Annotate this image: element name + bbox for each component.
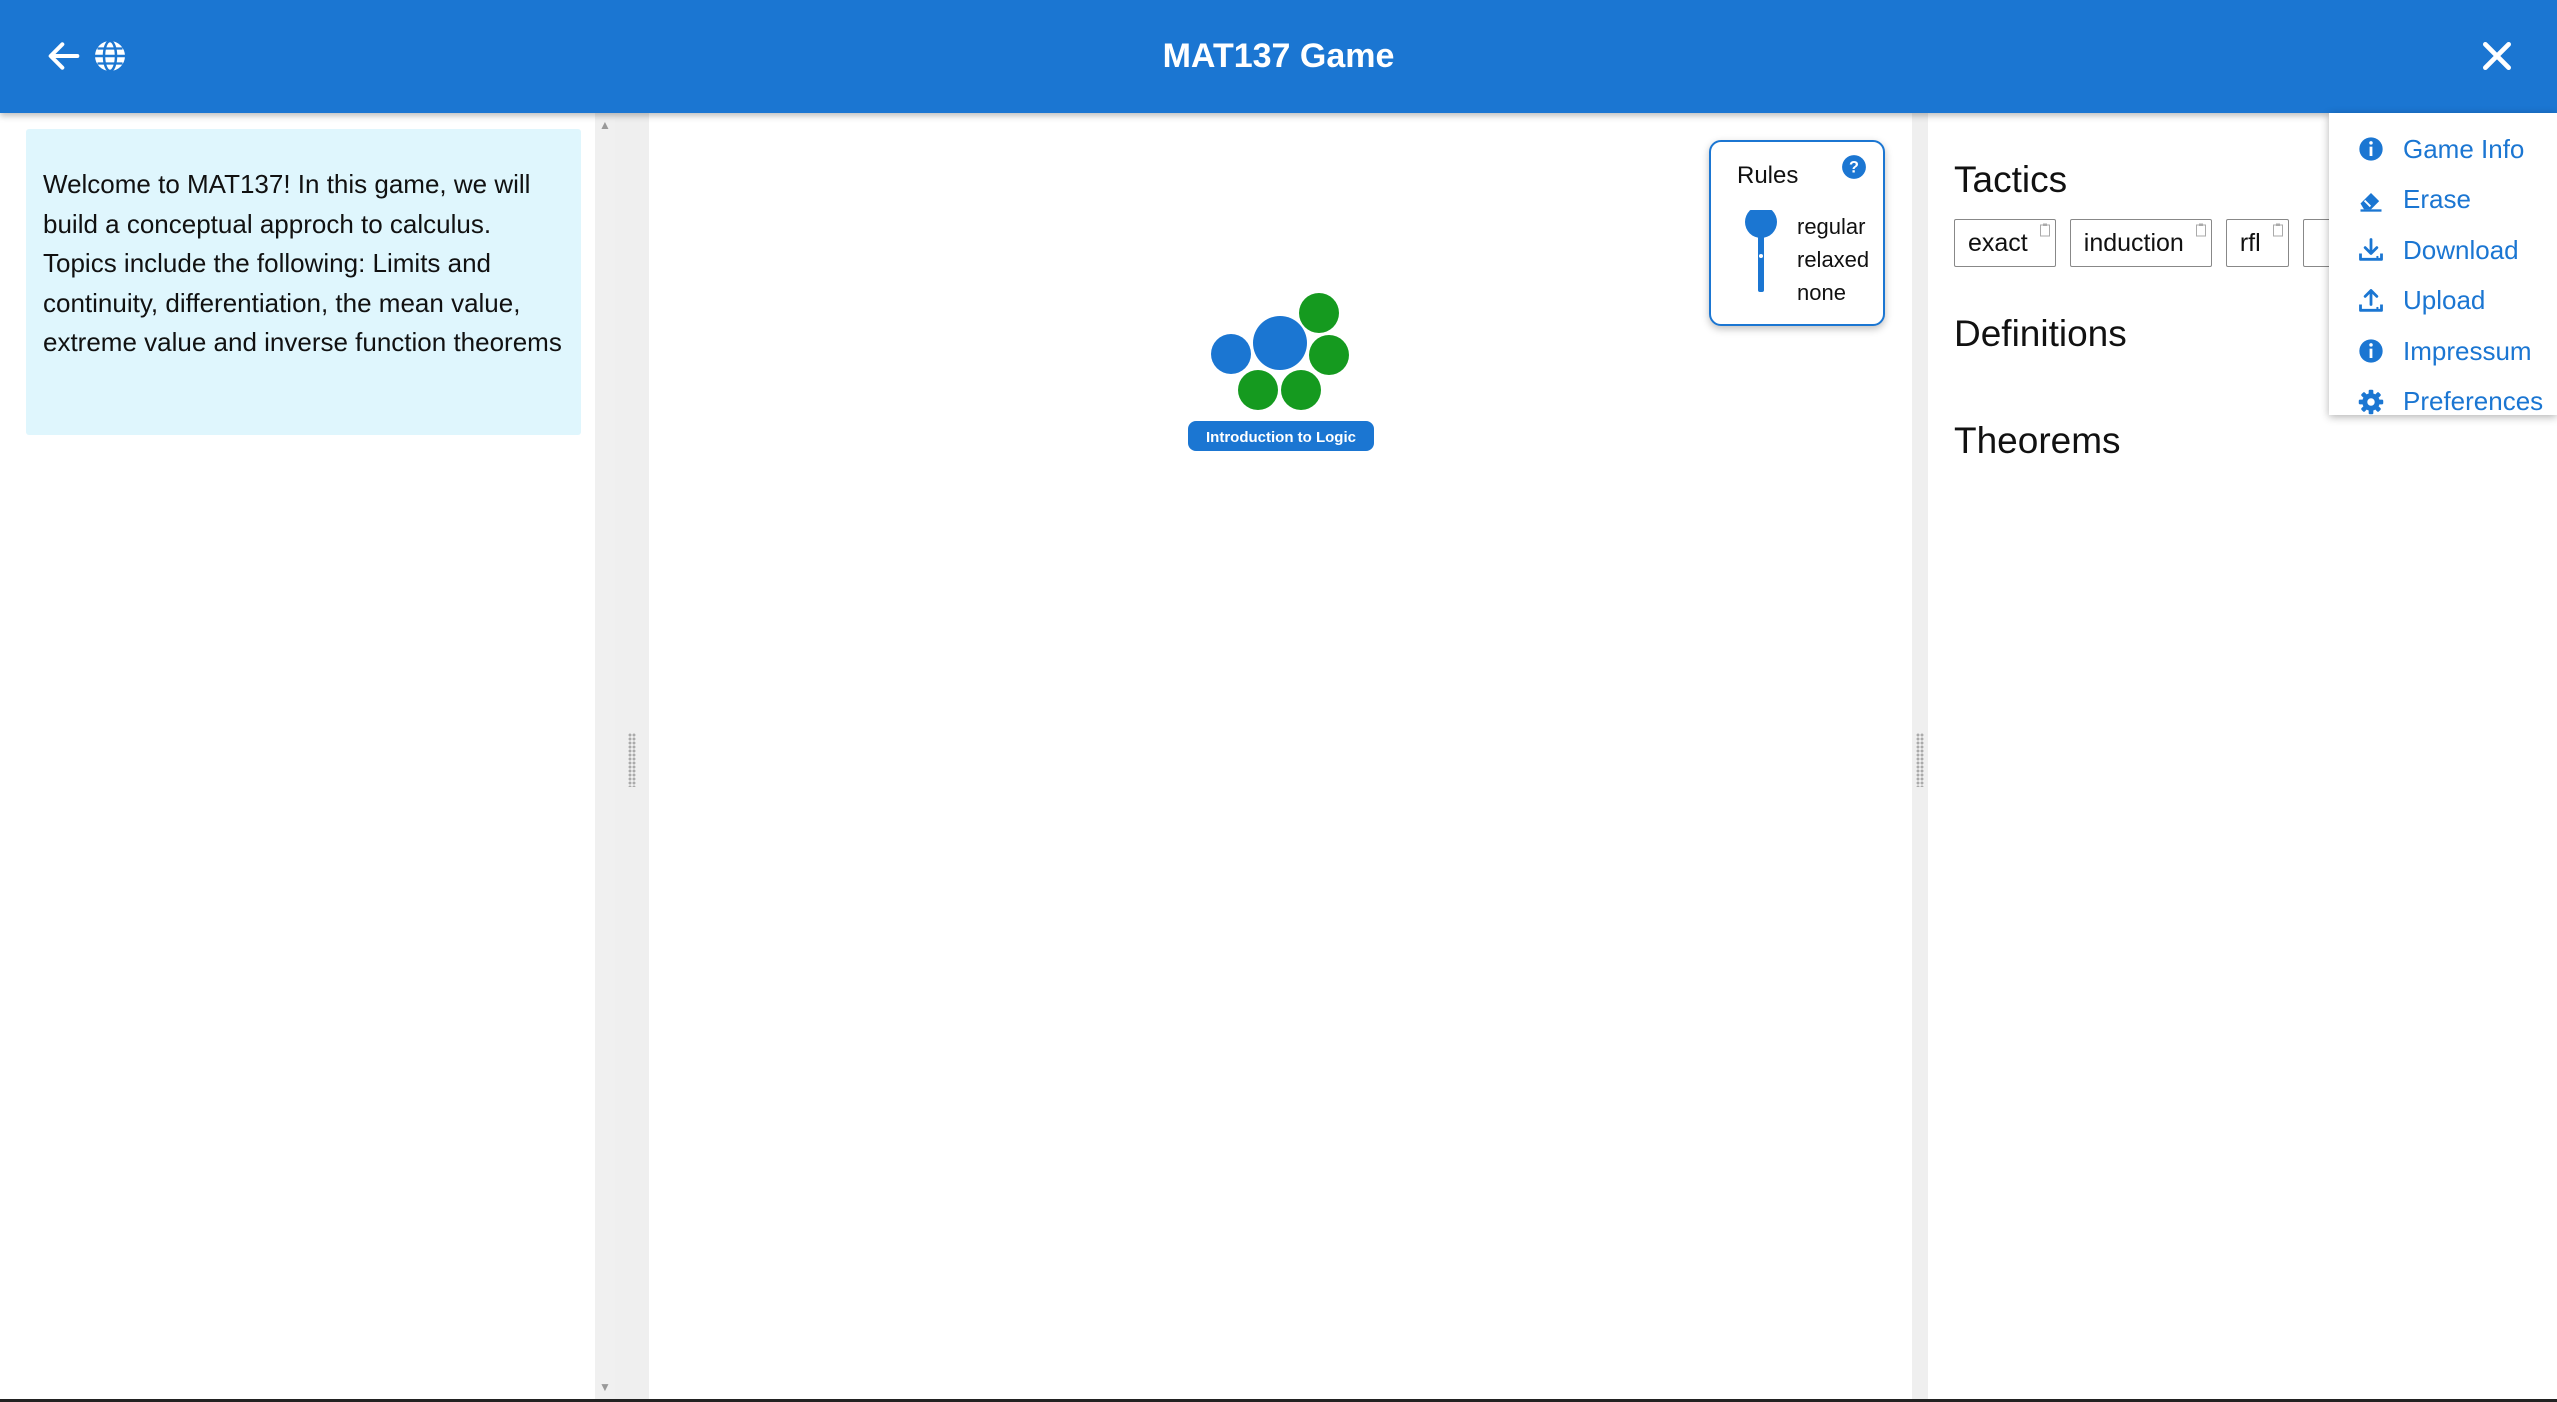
download-icon: [2359, 238, 2383, 261]
tactic-label: rfl: [2239, 228, 2261, 257]
left-resize-handle[interactable]: [615, 113, 649, 1399]
info-circle-icon: [2359, 137, 2383, 161]
world-label[interactable]: Introduction to Logic: [1206, 429, 1356, 446]
copy-icon: [2195, 223, 2206, 237]
level-node[interactable]: [1281, 370, 1321, 410]
menu-label: Download: [2403, 234, 2519, 265]
copy-icon: [2272, 223, 2283, 237]
world-map-panel: Introduction to Logic Rules ? regular re…: [649, 113, 1912, 1399]
definitions-heading: Definitions: [1954, 313, 2127, 354]
resize-grip: [628, 733, 636, 787]
upload-icon: [2359, 288, 2383, 312]
world-node-center[interactable]: [1253, 316, 1307, 370]
menu-item-game-info[interactable]: Game Info: [2329, 124, 2557, 175]
level-node[interactable]: [1211, 334, 1251, 374]
intro-text: Welcome to MAT137! In this game, we will…: [43, 169, 562, 357]
menu-label: Game Info: [2403, 133, 2525, 164]
menu-item-preferences[interactable]: Preferences: [2329, 377, 2557, 428]
eraser-icon: [2360, 192, 2382, 212]
app-menu: Game Info Erase Download Upload Impressu…: [2329, 113, 2557, 416]
menu-item-download[interactable]: Download: [2329, 225, 2557, 276]
tactics-heading: Tactics: [1954, 159, 2068, 200]
scroll-up-arrow[interactable]: ▲: [595, 115, 615, 135]
page-title: MAT137 Game: [1162, 37, 1395, 75]
rules-slider[interactable]: [1743, 210, 1779, 298]
tactic-label: exact: [1968, 228, 2028, 257]
slider-thumb[interactable]: [1745, 210, 1777, 238]
svg-text:?: ?: [1849, 158, 1859, 176]
menu-label: Preferences: [2403, 386, 2544, 417]
copy-icon: [2039, 223, 2050, 237]
menu-label: Impressum: [2403, 335, 2532, 366]
menu-item-upload[interactable]: Upload: [2329, 276, 2557, 327]
app-root: MAT137 Game Welcome to MAT137! In this g…: [0, 0, 2557, 1402]
rule-option-none[interactable]: none: [1797, 276, 1869, 309]
theorems-heading: Theorems: [1954, 420, 2121, 461]
tactic-chip-rfl[interactable]: rfl: [2225, 219, 2289, 267]
right-resize-handle[interactable]: [1912, 113, 1928, 1399]
intro-scrollbar[interactable]: ▲ ▼: [595, 113, 615, 1399]
intro-message: Welcome to MAT137! In this game, we will…: [26, 129, 581, 435]
menu-item-erase[interactable]: Erase: [2329, 175, 2557, 226]
intro-panel: Welcome to MAT137! In this game, we will…: [0, 113, 595, 1399]
close-icon[interactable]: [2477, 36, 2517, 76]
gear-icon: [2358, 389, 2384, 414]
rules-title: Rules: [1737, 162, 1799, 189]
rules-options: regular relaxed none: [1797, 210, 1869, 309]
info-circle-icon: [2359, 339, 2383, 363]
tactic-label: induction: [2083, 228, 2184, 257]
resize-grip: [1916, 733, 1924, 787]
rule-option-regular[interactable]: regular: [1797, 210, 1869, 243]
tactic-chip-induction[interactable]: induction: [2069, 219, 2212, 267]
level-node[interactable]: [1238, 370, 1278, 410]
rule-option-relaxed[interactable]: relaxed: [1797, 243, 1869, 276]
help-icon[interactable]: ?: [1841, 154, 1867, 180]
scroll-down-arrow[interactable]: ▼: [595, 1377, 615, 1397]
tactics-list: exact induction rfl: [1954, 219, 2343, 267]
tactic-chip-exact[interactable]: exact: [1954, 219, 2056, 267]
menu-label: Erase: [2403, 184, 2471, 215]
app-header: MAT137 Game: [0, 0, 2557, 113]
level-node[interactable]: [1309, 335, 1349, 375]
level-node[interactable]: [1299, 293, 1339, 333]
menu-item-impressum[interactable]: Impressum: [2329, 326, 2557, 377]
rules-card: Rules ? regular relaxed none: [1709, 140, 1885, 326]
menu-label: Upload: [2403, 285, 2486, 316]
